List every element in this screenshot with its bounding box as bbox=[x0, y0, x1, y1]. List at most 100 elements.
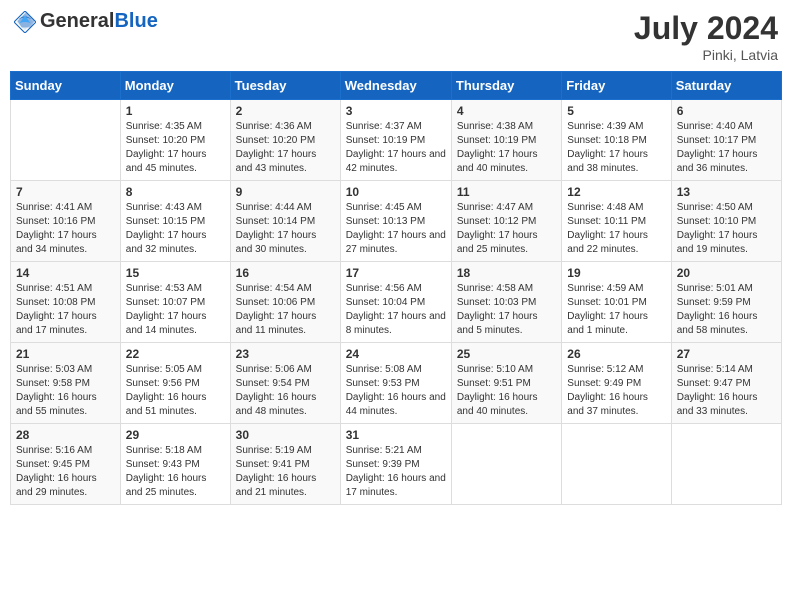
calendar-cell bbox=[562, 424, 671, 505]
calendar-cell: 17 Sunrise: 4:56 AMSunset: 10:04 PMDaylig… bbox=[340, 262, 451, 343]
day-number: 26 bbox=[567, 347, 665, 361]
day-number: 15 bbox=[126, 266, 225, 280]
calendar-week-row: 28 Sunrise: 5:16 AMSunset: 9:45 PMDayligh… bbox=[11, 424, 782, 505]
header-wednesday: Wednesday bbox=[340, 72, 451, 100]
day-info: Sunrise: 4:56 AMSunset: 10:04 PMDaylight… bbox=[346, 282, 446, 338]
calendar-cell: 27Sunrise: 5:14 AMSunset: 9:47 PMDayligh… bbox=[671, 343, 781, 424]
day-number: 24 bbox=[346, 347, 446, 361]
day-number: 13 bbox=[677, 185, 776, 199]
day-number: 18 bbox=[457, 266, 556, 280]
calendar-cell: 13 Sunrise: 4:50 AMSunset: 10:10 PMDaylig… bbox=[671, 181, 781, 262]
day-info: Sunrise: 4:47 AMSunset: 10:12 PMDaylight… bbox=[457, 201, 556, 257]
calendar-cell: 12Sunrise: 4:48 AMSunset: 10:11 PMDaylig… bbox=[562, 181, 671, 262]
day-info: Sunrise: 4:51 AMSunset: 10:08 PMDaylight… bbox=[16, 282, 115, 338]
day-number: 21 bbox=[16, 347, 115, 361]
calendar-cell: 22Sunrise: 5:05 AMSunset: 9:56 PMDayligh… bbox=[120, 343, 230, 424]
day-number: 3 bbox=[346, 104, 446, 118]
day-info: Sunrise: 4:58 AMSunset: 10:03 PMDaylight… bbox=[457, 282, 556, 338]
day-info: Sunrise: 4:38 AMSunset: 10:19 PMDaylight… bbox=[457, 120, 556, 176]
day-info: Sunrise: 4:36 AMSunset: 10:20 PMDaylight… bbox=[236, 120, 335, 176]
calendar-cell: 18 Sunrise: 4:58 AMSunset: 10:03 PMDaylig… bbox=[451, 262, 561, 343]
calendar-cell: 11Sunrise: 4:47 AMSunset: 10:12 PMDaylig… bbox=[451, 181, 561, 262]
logo-blue: Blue bbox=[114, 10, 157, 32]
day-info: Sunrise: 4:37 AMSunset: 10:19 PMDaylight… bbox=[346, 120, 446, 176]
day-info: Sunrise: 4:45 AMSunset: 10:13 PMDaylight… bbox=[346, 201, 446, 257]
title-block: July 2024 Pinki, Latvia bbox=[634, 10, 778, 63]
calendar-cell bbox=[671, 424, 781, 505]
day-number: 5 bbox=[567, 104, 665, 118]
day-number: 31 bbox=[346, 428, 446, 442]
calendar-cell: 15 Sunrise: 4:53 AMSunset: 10:07 PMDaylig… bbox=[120, 262, 230, 343]
calendar-cell: 4 Sunrise: 4:38 AMSunset: 10:19 PMDayligh… bbox=[451, 100, 561, 181]
header: GeneralBlue July 2024 Pinki, Latvia bbox=[10, 10, 782, 63]
calendar-cell: 26 Sunrise: 5:12 AMSunset: 9:49 PMDayligh… bbox=[562, 343, 671, 424]
day-number: 12 bbox=[567, 185, 665, 199]
day-info: Sunrise: 4:53 AMSunset: 10:07 PMDaylight… bbox=[126, 282, 225, 338]
calendar-table: Sunday Monday Tuesday Wednesday Thursday… bbox=[10, 71, 782, 505]
calendar-cell: 2 Sunrise: 4:36 AMSunset: 10:20 PMDayligh… bbox=[230, 100, 340, 181]
day-number: 16 bbox=[236, 266, 335, 280]
calendar-cell bbox=[451, 424, 561, 505]
calendar-cell: 16 Sunrise: 4:54 AMSunset: 10:06 PMDaylig… bbox=[230, 262, 340, 343]
day-info: Sunrise: 4:35 AMSunset: 10:20 PMDaylight… bbox=[126, 120, 225, 176]
day-number: 27 bbox=[677, 347, 776, 361]
day-info: Sunrise: 4:50 AMSunset: 10:10 PMDaylight… bbox=[677, 201, 776, 257]
calendar-cell: 14 Sunrise: 4:51 AMSunset: 10:08 PMDaylig… bbox=[11, 262, 121, 343]
day-info: Sunrise: 5:10 AMSunset: 9:51 PMDaylight:… bbox=[457, 363, 556, 419]
day-number: 28 bbox=[16, 428, 115, 442]
calendar-week-row: 14 Sunrise: 4:51 AMSunset: 10:08 PMDaylig… bbox=[11, 262, 782, 343]
calendar-week-row: 21Sunrise: 5:03 AMSunset: 9:58 PMDayligh… bbox=[11, 343, 782, 424]
calendar-cell: 8Sunrise: 4:43 AMSunset: 10:15 PMDayligh… bbox=[120, 181, 230, 262]
calendar-cell: 28 Sunrise: 5:16 AMSunset: 9:45 PMDayligh… bbox=[11, 424, 121, 505]
header-sunday: Sunday bbox=[11, 72, 121, 100]
calendar-cell: 21Sunrise: 5:03 AMSunset: 9:58 PMDayligh… bbox=[11, 343, 121, 424]
calendar-cell: 30 Sunrise: 5:19 AMSunset: 9:41 PMDayligh… bbox=[230, 424, 340, 505]
day-number: 19 bbox=[567, 266, 665, 280]
header-friday: Friday bbox=[562, 72, 671, 100]
day-number: 30 bbox=[236, 428, 335, 442]
day-number: 9 bbox=[236, 185, 335, 199]
weekday-header-row: Sunday Monday Tuesday Wednesday Thursday… bbox=[11, 72, 782, 100]
calendar-cell: 10 Sunrise: 4:45 AMSunset: 10:13 PMDaylig… bbox=[340, 181, 451, 262]
calendar-cell: 20Sunrise: 5:01 AMSunset: 9:59 PMDayligh… bbox=[671, 262, 781, 343]
calendar-week-row: 7 Sunrise: 4:41 AMSunset: 10:16 PMDayligh… bbox=[11, 181, 782, 262]
day-info: Sunrise: 4:54 AMSunset: 10:06 PMDaylight… bbox=[236, 282, 335, 338]
day-number: 29 bbox=[126, 428, 225, 442]
day-info: Sunrise: 5:08 AMSunset: 9:53 PMDaylight:… bbox=[346, 363, 446, 419]
calendar-week-row: 1Sunrise: 4:35 AMSunset: 10:20 PMDayligh… bbox=[11, 100, 782, 181]
calendar-cell: 29 Sunrise: 5:18 AMSunset: 9:43 PMDayligh… bbox=[120, 424, 230, 505]
day-info: Sunrise: 5:06 AMSunset: 9:54 PMDaylight:… bbox=[236, 363, 335, 419]
day-info: Sunrise: 4:39 AMSunset: 10:18 PMDaylight… bbox=[567, 120, 665, 176]
calendar-cell: 6Sunrise: 4:40 AMSunset: 10:17 PMDayligh… bbox=[671, 100, 781, 181]
calendar-cell: 31 Sunrise: 5:21 AMSunset: 9:39 PMDayligh… bbox=[340, 424, 451, 505]
day-info: Sunrise: 4:41 AMSunset: 10:16 PMDaylight… bbox=[16, 201, 115, 257]
day-number: 7 bbox=[16, 185, 115, 199]
calendar-cell: 1Sunrise: 4:35 AMSunset: 10:20 PMDayligh… bbox=[120, 100, 230, 181]
day-info: Sunrise: 5:21 AMSunset: 9:39 PMDaylight:… bbox=[346, 444, 446, 500]
day-info: Sunrise: 5:16 AMSunset: 9:45 PMDaylight:… bbox=[16, 444, 115, 500]
logo-text: GeneralBlue bbox=[40, 10, 158, 33]
day-number: 23 bbox=[236, 347, 335, 361]
day-info: Sunrise: 5:01 AMSunset: 9:59 PMDaylight:… bbox=[677, 282, 776, 338]
logo-icon bbox=[14, 11, 36, 33]
header-saturday: Saturday bbox=[671, 72, 781, 100]
day-info: Sunrise: 5:12 AMSunset: 9:49 PMDaylight:… bbox=[567, 363, 665, 419]
day-number: 6 bbox=[677, 104, 776, 118]
location: Pinki, Latvia bbox=[634, 47, 778, 63]
day-number: 10 bbox=[346, 185, 446, 199]
day-number: 14 bbox=[16, 266, 115, 280]
day-number: 2 bbox=[236, 104, 335, 118]
calendar-cell bbox=[11, 100, 121, 181]
calendar-cell: 25Sunrise: 5:10 AMSunset: 9:51 PMDayligh… bbox=[451, 343, 561, 424]
calendar-cell: 5 Sunrise: 4:39 AMSunset: 10:18 PMDayligh… bbox=[562, 100, 671, 181]
calendar-cell: 19Sunrise: 4:59 AMSunset: 10:01 PMDaylig… bbox=[562, 262, 671, 343]
calendar-cell: 23 Sunrise: 5:06 AMSunset: 9:54 PMDayligh… bbox=[230, 343, 340, 424]
day-info: Sunrise: 4:44 AMSunset: 10:14 PMDaylight… bbox=[236, 201, 335, 257]
day-number: 4 bbox=[457, 104, 556, 118]
day-number: 17 bbox=[346, 266, 446, 280]
day-info: Sunrise: 5:19 AMSunset: 9:41 PMDaylight:… bbox=[236, 444, 335, 500]
day-info: Sunrise: 5:18 AMSunset: 9:43 PMDaylight:… bbox=[126, 444, 225, 500]
month-year: July 2024 bbox=[634, 10, 778, 47]
logo-general: General bbox=[40, 10, 114, 32]
header-thursday: Thursday bbox=[451, 72, 561, 100]
